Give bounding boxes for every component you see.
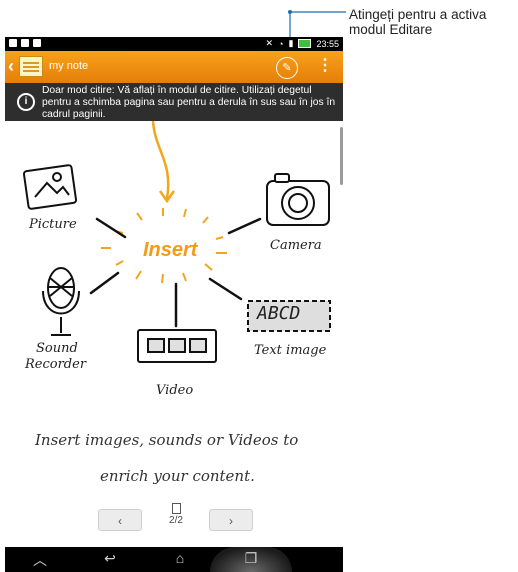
callout-label: Atingeți pentru a activa modul Editare bbox=[349, 7, 486, 37]
system-icons: ✕ ◔ ▮ 23:55 bbox=[266, 38, 339, 49]
page-indicator: 2/2 bbox=[158, 503, 194, 526]
read-only-banner: i Doar mod citire: Vă aflați în modul de… bbox=[5, 83, 343, 121]
camera-label: Camera bbox=[270, 238, 322, 253]
microphone-sketch-icon bbox=[42, 267, 80, 336]
back-icon[interactable]: ↩ bbox=[95, 550, 125, 567]
notification-image-icon bbox=[9, 39, 17, 47]
insert-arrow bbox=[151, 121, 170, 200]
callout-line-2: modul Editare bbox=[349, 22, 433, 37]
page-icon bbox=[171, 503, 181, 514]
system-nav-bar: ︿ ↩ ⌂ ❐ bbox=[5, 547, 343, 572]
pen-edit-icon[interactable]: ✎ bbox=[276, 57, 298, 79]
read-only-message: Doar mod citire: Vă aflați în modul de c… bbox=[42, 85, 336, 120]
connector-lines bbox=[89, 217, 262, 328]
scrollbar[interactable] bbox=[340, 127, 343, 185]
notes-app-icon[interactable] bbox=[19, 56, 43, 77]
signal-icon: ▮ bbox=[288, 38, 294, 48]
hide-keyboard-icon[interactable]: ︿ bbox=[25, 550, 55, 570]
abcd-label: ABCD bbox=[257, 303, 301, 324]
sound-label-2: Recorder bbox=[25, 357, 87, 372]
notification-icons bbox=[9, 39, 41, 47]
note-canvas[interactable]: Insert Picture Camera Sound Recorder ABC… bbox=[5, 121, 343, 527]
page-count: 2/2 bbox=[169, 515, 183, 526]
note-title: my note bbox=[49, 60, 89, 72]
info-icon: i bbox=[17, 93, 35, 111]
prev-page-button[interactable]: ‹ bbox=[98, 509, 142, 531]
sound-label-1: Sound bbox=[36, 341, 78, 356]
camera-sketch-icon bbox=[266, 173, 330, 226]
action-bar: ‹ my note ✎ ⋮ bbox=[5, 51, 343, 83]
page-navigator: ‹ 2/2 › bbox=[98, 503, 254, 531]
mute-icon: ✕ bbox=[265, 38, 274, 48]
caption-line-2: enrich your content. bbox=[100, 467, 255, 485]
callout-line-1: Atingeți pentru a activa bbox=[349, 7, 487, 22]
wifi-icon: ◔ bbox=[278, 38, 284, 49]
insert-label: Insert bbox=[143, 239, 198, 261]
notification-store-icon bbox=[33, 39, 41, 47]
picture-sketch-icon bbox=[22, 164, 78, 210]
video-sketch-icon bbox=[137, 329, 217, 363]
battery-icon bbox=[298, 39, 312, 48]
tablet-screen: ✕ ◔ ▮ 23:55 ‹ my note ✎ ⋮ i Doar mod cit… bbox=[5, 37, 343, 572]
next-page-button[interactable]: › bbox=[209, 509, 253, 531]
recent-apps-icon[interactable]: ❐ bbox=[236, 550, 266, 567]
text-image-label: Text image bbox=[254, 343, 327, 358]
notification-mail-icon bbox=[21, 39, 29, 47]
picture-label: Picture bbox=[29, 217, 77, 232]
back-chevron-icon[interactable]: ‹ bbox=[8, 57, 14, 75]
video-label: Video bbox=[156, 383, 194, 398]
caption-line-1: Insert images, sounds or Videos to bbox=[35, 431, 299, 449]
status-bar: ✕ ◔ ▮ 23:55 bbox=[5, 37, 343, 51]
overflow-menu-icon[interactable]: ⋮ bbox=[317, 57, 333, 75]
status-time: 23:55 bbox=[316, 38, 339, 49]
home-icon[interactable]: ⌂ bbox=[165, 550, 195, 566]
